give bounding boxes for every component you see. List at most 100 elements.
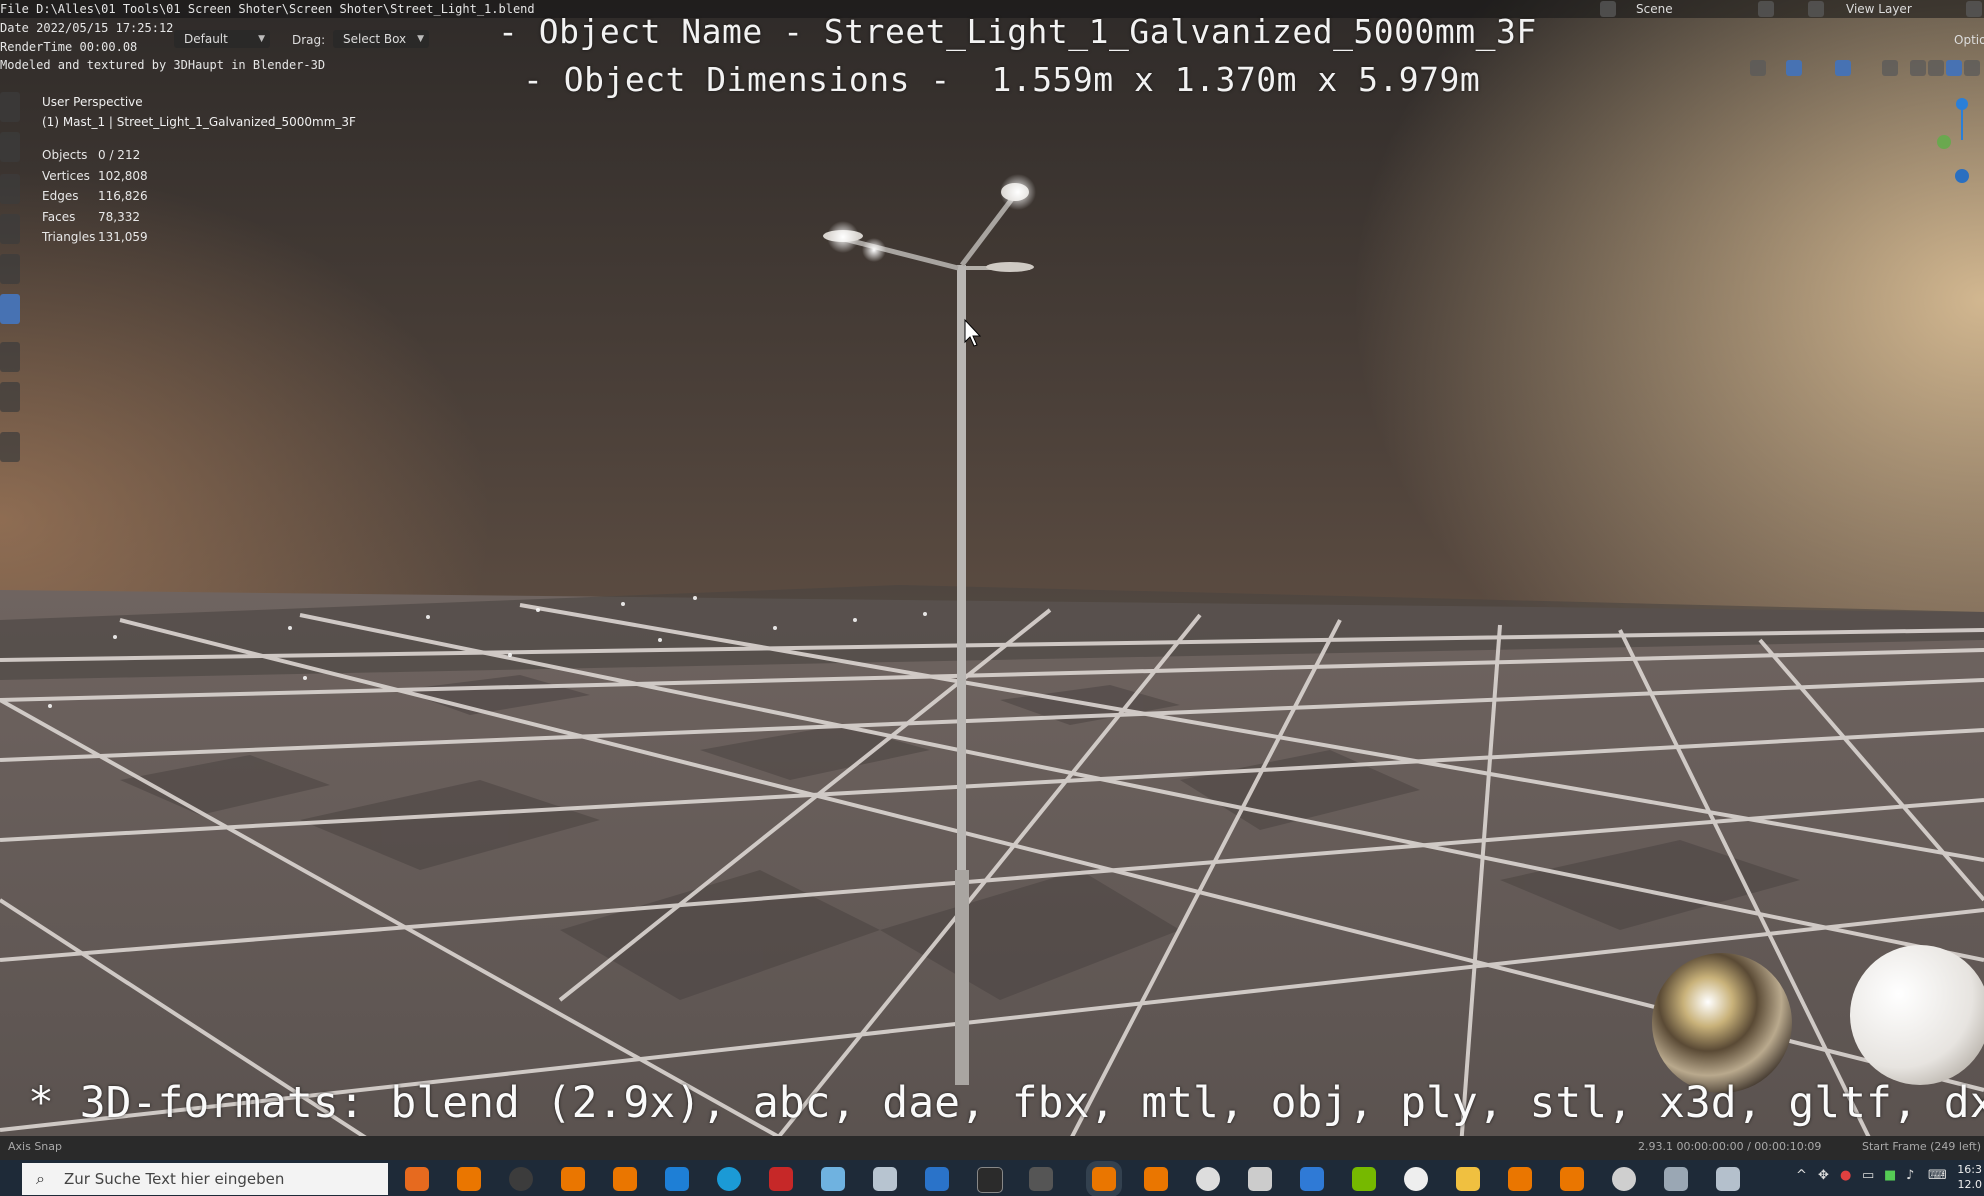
- date-text: Date 2022/05/15 17:25:12: [0, 21, 174, 35]
- rendered-shading-icon[interactable]: [1964, 60, 1980, 76]
- network-icon[interactable]: ✥: [1818, 1168, 1829, 1183]
- blender-icon[interactable]: [1508, 1167, 1532, 1191]
- add-cube-icon[interactable]: [0, 432, 20, 462]
- mouse-cursor-icon: [964, 318, 982, 347]
- app-icon[interactable]: [873, 1167, 897, 1191]
- 3d-viewport[interactable]: File D:\Alles\01 Tools\01 Screen Shoter\…: [0, 0, 1984, 1160]
- volume-icon[interactable]: ♪: [1906, 1168, 1914, 1183]
- stat-label: Objects: [42, 148, 88, 162]
- drag-label: Drag:: [292, 33, 326, 47]
- object-name-overlay: - Object Name - Street_Light_1_Galvanize…: [498, 12, 1537, 51]
- start-button[interactable]: [0, 1160, 18, 1196]
- xray-icon[interactable]: [1882, 60, 1898, 76]
- select-icon[interactable]: [0, 132, 20, 162]
- version-text: 2.93.1 00:00:00:00 / 00:00:10:09: [1638, 1140, 1822, 1153]
- orientation-dropdown[interactable]: Default ▼: [174, 30, 270, 48]
- terminal-icon[interactable]: [977, 1167, 1003, 1193]
- object-dimensions-overlay: - Object Dimensions - 1.559m x 1.370m x …: [523, 60, 1481, 99]
- battery-icon[interactable]: ▭: [1862, 1168, 1874, 1183]
- scene-icon[interactable]: [1600, 1, 1616, 17]
- drag-select-dropdown[interactable]: Select Box ▼: [333, 30, 429, 48]
- stat-value: 102,808: [98, 169, 148, 183]
- app-icon[interactable]: [1404, 1167, 1428, 1191]
- formats-overlay: * 3D-formats: blend (2.9x), abc, dae, fb…: [28, 1078, 1984, 1128]
- stat-label: Triangles: [42, 230, 96, 244]
- obs-icon[interactable]: [509, 1167, 533, 1191]
- stat-label: Edges: [42, 189, 79, 203]
- navigation-gizmo-icon: [1937, 98, 1969, 183]
- overlay-toggle-icon[interactable]: [1835, 60, 1851, 76]
- language-icon[interactable]: ⌨: [1928, 1168, 1947, 1183]
- frame-info-text: Start Frame (249 left): [1862, 1140, 1982, 1153]
- blender-icon[interactable]: [613, 1167, 637, 1191]
- copy-scene-icon[interactable]: [1758, 1, 1774, 17]
- blender-icon[interactable]: [561, 1167, 585, 1191]
- clock-time: 16:3: [1957, 1163, 1982, 1176]
- chevron-down-icon: ▼: [258, 34, 265, 44]
- app-icon[interactable]: [1716, 1167, 1740, 1191]
- status-left-text: Axis Snap: [8, 1140, 62, 1153]
- left-toolbar: [0, 92, 24, 472]
- measure-icon[interactable]: [0, 382, 20, 412]
- orientation-label: Default: [184, 32, 228, 46]
- taskbar-search[interactable]: ⌕ Zur Suche Text hier eingeben: [22, 1163, 388, 1195]
- search-icon: ⌕: [36, 1169, 45, 1188]
- annotate-icon[interactable]: [0, 342, 20, 372]
- stat-value: 0 / 212: [98, 148, 141, 162]
- copy-view-layer-icon[interactable]: [1966, 1, 1982, 17]
- stat-value: 131,059: [98, 230, 148, 244]
- tray-app-icon[interactable]: ●: [1840, 1168, 1851, 1183]
- blender-icon[interactable]: [1092, 1167, 1116, 1191]
- view-name-text: User Perspective: [42, 95, 143, 109]
- tray-app-icon[interactable]: ■: [1884, 1168, 1896, 1183]
- stat-label: Vertices: [42, 169, 90, 183]
- scale-icon[interactable]: [0, 254, 20, 284]
- settings-icon[interactable]: [1612, 1167, 1636, 1191]
- view-layer-icon[interactable]: [1808, 1, 1824, 17]
- blender-icon[interactable]: [1144, 1167, 1168, 1191]
- rotate-icon[interactable]: [0, 214, 20, 244]
- mail-icon[interactable]: [665, 1167, 689, 1191]
- cursor-icon[interactable]: [0, 92, 20, 122]
- firefox-icon[interactable]: [405, 1167, 429, 1191]
- solid-shading-icon[interactable]: [1928, 60, 1944, 76]
- calendar-icon[interactable]: [1300, 1167, 1324, 1191]
- stat-label: Faces: [42, 210, 76, 224]
- visibility-icon[interactable]: [1750, 60, 1766, 76]
- chevron-up-icon[interactable]: ^: [1796, 1168, 1807, 1183]
- app-icon[interactable]: [1029, 1167, 1053, 1191]
- chrome-sphere: [1652, 953, 1792, 1093]
- viewport-scene: [0, 98, 1984, 1160]
- drag-select-value: Select Box: [343, 32, 407, 46]
- cube-icon[interactable]: [1248, 1167, 1272, 1191]
- white-sphere: [1850, 945, 1984, 1085]
- options-button[interactable]: Option: [1954, 33, 1984, 47]
- blender-icon[interactable]: [1560, 1167, 1584, 1191]
- credit-text: Modeled and textured by 3DHaupt in Blend…: [0, 58, 326, 72]
- wireframe-shading-icon[interactable]: [1910, 60, 1926, 76]
- material-shading-icon[interactable]: [1946, 60, 1962, 76]
- store-icon[interactable]: [925, 1167, 949, 1191]
- clock-date: 12.0: [1957, 1178, 1983, 1191]
- folder-icon[interactable]: [1456, 1167, 1480, 1191]
- active-object-text: (1) Mast_1 | Street_Light_1_Galvanized_5…: [42, 115, 356, 129]
- nvidia-icon[interactable]: [1352, 1167, 1376, 1191]
- stat-value: 116,826: [98, 189, 148, 203]
- move-icon[interactable]: [0, 174, 20, 204]
- transform-icon[interactable]: [0, 294, 20, 324]
- gizmo-toggle-icon[interactable]: [1786, 60, 1802, 76]
- notes-icon[interactable]: [821, 1167, 845, 1191]
- app-red-icon[interactable]: [769, 1167, 793, 1191]
- app-icon[interactable]: [1664, 1167, 1688, 1191]
- stat-value: 78,332: [98, 210, 140, 224]
- blender-icon[interactable]: [457, 1167, 481, 1191]
- taskbar-search-placeholder: Zur Suche Text hier eingeben: [64, 1170, 285, 1188]
- scene-label[interactable]: Scene: [1636, 2, 1673, 16]
- status-bar: Axis Snap 2.93.1 00:00:00:00 / 00:00:10:…: [0, 1136, 1984, 1160]
- rendertime-text: RenderTime 00:00.08: [0, 40, 138, 54]
- chevron-down-icon: ▼: [417, 34, 424, 44]
- edge-icon[interactable]: [717, 1167, 741, 1191]
- view-layer-label[interactable]: View Layer: [1846, 2, 1912, 16]
- panda-icon[interactable]: [1196, 1167, 1220, 1191]
- taskbar-clock[interactable]: 16:3 12.0: [1957, 1162, 1982, 1192]
